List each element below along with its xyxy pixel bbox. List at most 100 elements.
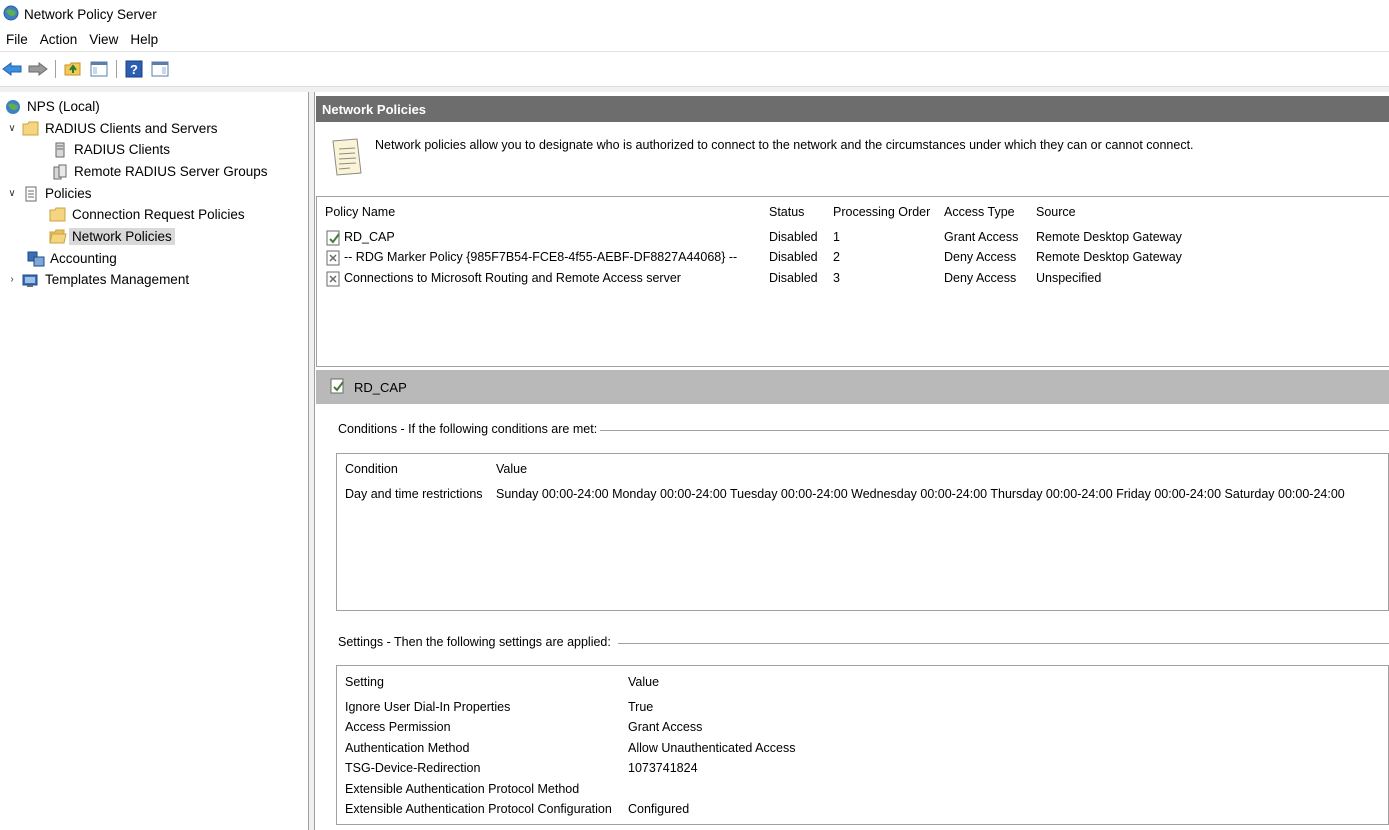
window-title: Network Policy Server	[24, 6, 157, 22]
setting-value: Allow Unauthenticated Access	[628, 741, 796, 755]
policy-source: Remote Desktop Gateway	[1036, 230, 1182, 244]
description-text: Network policies allow you to designate …	[375, 138, 1194, 152]
section-divider	[618, 643, 1389, 644]
column-header-value[interactable]: Value	[496, 462, 527, 476]
policy-status: Disabled	[769, 250, 818, 264]
detail-header: RD_CAP	[316, 370, 1389, 404]
tree-item-label: Network Policies	[69, 228, 175, 245]
column-header-source[interactable]: Source	[1036, 205, 1076, 219]
toolbar: ?	[0, 53, 1389, 85]
policy-order: 2	[833, 250, 840, 264]
column-header-processing-order[interactable]: Processing Order	[833, 205, 930, 219]
section-divider	[600, 430, 1389, 431]
conditions-table: Condition Value Day and time restriction…	[336, 453, 1389, 611]
setting-name: Ignore User Dial-In Properties	[345, 700, 511, 714]
tree-item-nps-local[interactable]: NPS (Local)	[4, 96, 100, 117]
pane-splitter[interactable]	[309, 92, 315, 830]
chevron-right-icon[interactable]: ›	[6, 274, 18, 285]
setting-name: Authentication Method	[345, 741, 470, 755]
tree-item-label: Connection Request Policies	[72, 207, 245, 222]
menu-help[interactable]: Help	[124, 32, 164, 47]
column-header-policy-name[interactable]: Policy Name	[325, 205, 395, 219]
policy-access-type: Deny Access	[944, 250, 1017, 264]
show-hide-tree-icon[interactable]	[88, 58, 110, 80]
open-folder-icon	[49, 228, 67, 246]
toolbar-separator	[116, 60, 117, 78]
back-arrow-icon[interactable]	[1, 58, 23, 80]
setting-name: Extensible Authentication Protocol Confi…	[345, 802, 612, 816]
policy-icon	[325, 230, 343, 246]
policy-name: -- RDG Marker Policy {985F7B54-FCE8-4f55…	[344, 250, 738, 264]
policy-order: 3	[833, 271, 840, 285]
help-icon[interactable]: ?	[123, 58, 145, 80]
column-header-access-type[interactable]: Access Type	[944, 205, 1015, 219]
up-folder-icon[interactable]	[62, 58, 84, 80]
policy-list: Policy Name Status Processing Order Acce…	[316, 196, 1389, 367]
policy-source: Unspecified	[1036, 271, 1102, 285]
tree-item-radius-clients[interactable]: RADIUS Clients	[51, 139, 170, 160]
tree-item-policies[interactable]: ∨ Policies	[6, 183, 92, 204]
forward-arrow-icon[interactable]	[27, 58, 49, 80]
tree-item-connection-request-policies[interactable]: Connection Request Policies	[49, 204, 245, 225]
setting-value: True	[628, 700, 654, 714]
description-area: Network policies allow you to designate …	[330, 135, 1380, 185]
condition-name: Day and time restrictions	[345, 487, 483, 501]
tree-item-label: Remote RADIUS Server Groups	[74, 164, 268, 179]
column-header-status[interactable]: Status	[769, 205, 804, 219]
globe-icon	[4, 98, 22, 116]
condition-value: Sunday 00:00-24:00 Monday 00:00-24:00 Tu…	[496, 487, 1345, 501]
setting-name: Access Permission	[345, 720, 451, 734]
policy-icon	[325, 250, 343, 266]
svg-text:?: ?	[130, 62, 138, 77]
server-icon	[51, 141, 69, 159]
templates-icon	[22, 271, 40, 289]
setting-value: Grant Access	[628, 720, 703, 734]
column-header-value[interactable]: Value	[628, 675, 659, 689]
policy-status: Disabled	[769, 230, 818, 244]
policy-status: Disabled	[769, 271, 818, 285]
policy-icon	[328, 377, 346, 398]
column-header-setting[interactable]: Setting	[345, 675, 384, 689]
tree-item-radius-clients-servers[interactable]: ∨ RADIUS Clients and Servers	[6, 118, 218, 139]
tree-item-label: Templates Management	[45, 272, 190, 287]
accounting-icon	[27, 250, 45, 268]
menu-file[interactable]: File	[0, 32, 34, 47]
tree-item-label: RADIUS Clients and Servers	[45, 121, 218, 136]
chevron-down-icon[interactable]: ∨	[6, 188, 18, 199]
tree-item-label: Accounting	[50, 251, 117, 266]
folder-icon	[22, 120, 40, 138]
chevron-down-icon[interactable]: ∨	[6, 123, 18, 134]
setting-value: Configured	[628, 802, 690, 816]
tree-item-accounting[interactable]: Accounting	[27, 248, 117, 269]
server-group-icon	[51, 163, 69, 181]
policy-access-type: Deny Access	[944, 271, 1017, 285]
tree-item-network-policies[interactable]: Network Policies	[49, 226, 175, 247]
detail-title: RD_CAP	[354, 379, 407, 395]
nps-app-icon	[3, 5, 19, 24]
tree-item-label: Policies	[45, 186, 92, 201]
details-pane: Network Policies Network policies allow …	[316, 92, 1389, 830]
console-tree: NPS (Local) ∨ RADIUS Clients and Servers…	[0, 92, 309, 830]
policy-name: Connections to Microsoft Routing and Rem…	[344, 271, 681, 285]
policy-source: Remote Desktop Gateway	[1036, 250, 1182, 264]
toolbar-separator	[55, 60, 56, 78]
settings-table: Setting Value Ignore User Dial-In Proper…	[336, 665, 1389, 825]
menu-action[interactable]: Action	[34, 32, 84, 47]
action-pane-icon[interactable]	[149, 58, 171, 80]
policy-access-type: Grant Access	[944, 230, 1019, 244]
menu-bar: File Action View Help	[0, 28, 1389, 52]
tree-item-label: RADIUS Clients	[74, 142, 171, 157]
setting-name: Extensible Authentication Protocol Metho…	[345, 782, 580, 796]
folder-icon	[49, 206, 67, 224]
tree-item-templates-management[interactable]: › Templates Management	[6, 269, 189, 290]
title-bar: Network Policy Server	[0, 0, 1389, 28]
pane-header: Network Policies	[316, 96, 1389, 122]
column-header-condition[interactable]: Condition	[345, 462, 398, 476]
menu-view[interactable]: View	[83, 32, 124, 47]
tree-item-remote-radius-groups[interactable]: Remote RADIUS Server Groups	[51, 161, 268, 182]
tree-item-label: NPS (Local)	[27, 99, 100, 114]
policy-order: 1	[833, 230, 840, 244]
setting-name: TSG-Device-Redirection	[345, 761, 481, 775]
policy-document-icon	[22, 185, 40, 203]
policy-icon	[325, 271, 343, 287]
